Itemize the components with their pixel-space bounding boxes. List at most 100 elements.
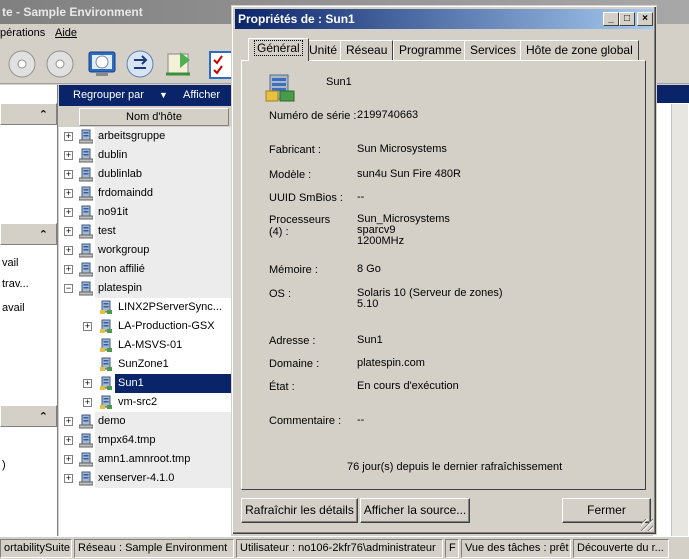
tree-row[interactable]: + demo [59, 412, 231, 431]
network-group-icon [79, 129, 93, 144]
expand-icon[interactable]: + [64, 246, 73, 255]
tree-row-label: SunZone1 [118, 358, 169, 370]
close-button[interactable]: Fermer [562, 498, 651, 523]
expand-icon[interactable]: + [64, 170, 73, 179]
expand-icon[interactable]: + [64, 436, 73, 445]
status-discovery: Découverte du r... [573, 539, 669, 558]
dialog-titlebar[interactable]: Propriétés de : Sun1 _ □ × [235, 9, 653, 29]
tab-services[interactable]: Services [464, 40, 523, 60]
dropdown-arrow-icon[interactable]: ▼ [159, 90, 168, 100]
tree-row[interactable]: − platespin [59, 279, 231, 298]
panel-link[interactable]: vail [2, 257, 19, 269]
tree-row[interactable]: + dublinlab [59, 165, 231, 184]
maximize-button[interactable]: □ [619, 12, 635, 26]
chevron-up-icon[interactable]: ⌃ [39, 410, 48, 423]
tree-row-label: demo [95, 412, 231, 431]
tree-row-label: platespin [95, 279, 231, 298]
property-label: Mémoire : [269, 264, 318, 276]
tree-row[interactable]: LINX2PServerSync... [59, 298, 231, 317]
property-label: Fabricant : [269, 144, 321, 156]
vertical-scrollbar[interactable] [671, 104, 688, 536]
network-group-icon [79, 471, 93, 486]
expand-icon[interactable]: + [64, 189, 73, 198]
tree-row[interactable]: + dublin [59, 146, 231, 165]
property-value: 2199740663 [357, 109, 419, 121]
show-source-button[interactable]: Afficher la source... [360, 498, 470, 523]
tree-row[interactable]: + arbeitsgruppe [59, 127, 231, 146]
resize-grip[interactable] [641, 519, 653, 531]
tab-unit[interactable]: Unité [303, 40, 344, 60]
server-icon [100, 338, 112, 352]
expand-icon[interactable]: + [83, 322, 92, 331]
scroll-icon[interactable] [162, 48, 194, 80]
expand-icon[interactable]: + [64, 132, 73, 141]
property-value: sun4u Sun Fire 480R [357, 168, 461, 180]
tree-row[interactable]: + frdomaindd [59, 184, 231, 203]
chevron-up-icon[interactable]: ⌃ [39, 108, 48, 121]
collapse-icon[interactable]: − [64, 284, 73, 293]
property-value: -- [357, 414, 365, 426]
panel-link[interactable]: avail [2, 302, 25, 314]
tree-row[interactable]: + test [59, 222, 231, 241]
group-by-button[interactable]: Regrouper par [73, 89, 144, 101]
property-value: Solaris 10 (Serveur de zones) 5.10 [357, 287, 503, 310]
property-label: OS : [269, 288, 292, 300]
expand-icon[interactable]: + [64, 227, 73, 236]
network-group-icon [79, 167, 93, 182]
tree-row-label: test [95, 222, 231, 241]
tree-row-label: no91it [95, 203, 231, 222]
expand-icon[interactable]: + [64, 455, 73, 464]
minimize-button[interactable]: _ [603, 12, 619, 26]
expand-icon[interactable]: + [64, 417, 73, 426]
network-group-icon [79, 262, 93, 277]
tree-row[interactable]: + amn1.amnroot.tmp [59, 450, 231, 469]
statusbar: ortabilitySuite Réseau : Sample Environm… [0, 536, 689, 559]
expand-icon[interactable]: + [64, 265, 73, 274]
tab-program[interactable]: Programme [393, 40, 468, 60]
tree-row[interactable]: + no91it [59, 203, 231, 222]
panel-section-header[interactable]: ⌃ [0, 223, 57, 245]
tree-row-label: workgroup [95, 241, 231, 260]
refresh-details-button[interactable]: Rafraîchir les détails [241, 498, 358, 523]
property-label: UUID SmBios : [269, 192, 343, 204]
menu-help[interactable]: Aide [55, 27, 77, 39]
tree-row[interactable]: + Sun1 [59, 374, 231, 393]
menu-operations[interactable]: pérations [0, 27, 45, 39]
tree-row[interactable]: + non affilié [59, 260, 231, 279]
tree-row[interactable]: + LA-Production-GSX [59, 317, 231, 336]
close-icon[interactable]: × [637, 12, 653, 26]
tab-general[interactable]: Général [248, 38, 309, 61]
computer-icon[interactable] [86, 48, 118, 80]
tree-row[interactable]: + workgroup [59, 241, 231, 260]
chevron-up-icon[interactable]: ⌃ [39, 228, 48, 241]
status-network: Réseau : Sample Environment [74, 539, 234, 558]
expand-icon[interactable]: + [64, 474, 73, 483]
expand-icon[interactable]: + [64, 208, 73, 217]
expand-icon[interactable]: + [83, 398, 92, 407]
network-refresh-icon[interactable] [124, 48, 156, 80]
column-header-hostname[interactable]: Nom d'hôte [79, 108, 229, 126]
tab-global-zone-host[interactable]: Hôte de zone global [520, 40, 639, 60]
server-icon [100, 376, 112, 390]
show-button[interactable]: Afficher [183, 89, 220, 101]
tab-network[interactable]: Réseau [340, 40, 394, 60]
network-group-icon [79, 224, 93, 239]
disc-icon[interactable] [6, 48, 38, 80]
panel-section-header[interactable]: ⌃ [0, 103, 57, 125]
tree-row[interactable]: + vm-src2 [59, 393, 231, 412]
panel-link[interactable]: trav... [2, 278, 29, 290]
network-group-icon [79, 414, 93, 429]
expand-icon[interactable]: + [83, 379, 92, 388]
server-icon [100, 395, 112, 409]
disc-icon[interactable] [44, 48, 76, 80]
tree-row[interactable]: SunZone1 [59, 355, 231, 374]
network-group-icon [79, 433, 93, 448]
tree-row[interactable]: + xenserver-4.1.0 [59, 469, 231, 488]
network-group-icon [79, 452, 93, 467]
properties-dialog: Propriétés de : Sun1 _ □ × Général Unité… [231, 5, 657, 535]
tree-row[interactable]: LA-MSVS-01 [59, 336, 231, 355]
panel-link[interactable]: ) [2, 459, 6, 471]
tree-row[interactable]: + tmpx64.tmp [59, 431, 231, 450]
panel-section-header[interactable]: ⌃ [0, 405, 57, 427]
expand-icon[interactable]: + [64, 151, 73, 160]
